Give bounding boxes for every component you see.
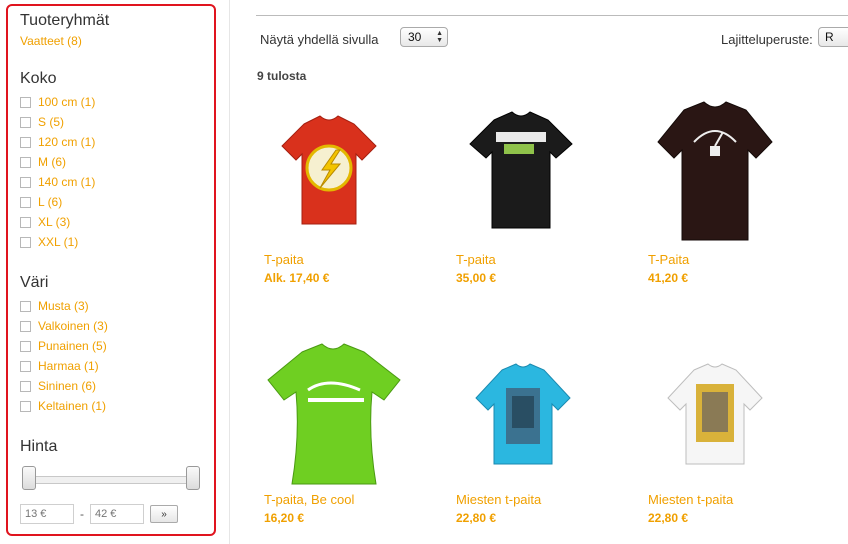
checkbox[interactable] [20,320,31,332]
product-name[interactable]: T-paita, Be cool [264,492,434,507]
price-slider-track[interactable] [28,476,194,484]
product-image-blue-print-tshirt[interactable] [456,336,596,486]
color-option-label[interactable]: Harmaa (1) [38,359,99,373]
size-option-label[interactable]: 140 cm (1) [38,175,95,189]
checkbox[interactable] [20,380,31,392]
size-option-label[interactable]: S (5) [38,115,64,129]
sort-label: Lajitteluperuste: [721,32,813,47]
sort-select[interactable]: R [818,27,848,47]
results-count: 9 tulosta [257,69,307,83]
product-image-white-print-tshirt[interactable] [648,336,788,486]
select-arrows-icon: ▲ ▼ [436,30,443,44]
product-price: 16,20 € [264,511,305,525]
product-image-war-peace-gauge-black-tshirt[interactable] [648,96,788,246]
product-name[interactable]: T-Paita [648,252,818,267]
price-min-input[interactable] [20,504,74,524]
per-page-label: Näytä yhdellä sivulla [260,32,379,47]
checkbox[interactable] [20,176,31,188]
size-option-label[interactable]: XL (3) [38,215,70,229]
size-option-label[interactable]: 100 cm (1) [38,95,95,109]
size-option[interactable]: XL (3) [20,212,202,232]
product-card[interactable]: Miesten t-paita 22,80 € [456,336,626,525]
size-option[interactable]: 100 cm (1) [20,92,202,112]
checkbox[interactable] [20,136,31,148]
color-option-label[interactable]: Sininen (6) [38,379,96,393]
color-option[interactable]: Sininen (6) [20,376,202,396]
size-option-label[interactable]: XXL (1) [38,235,78,249]
size-option[interactable]: 140 cm (1) [20,172,202,192]
checkbox[interactable] [20,340,31,352]
category-link-clothing[interactable]: Vaatteet (8) [20,34,202,48]
color-option[interactable]: Punainen (5) [20,336,202,356]
checkbox[interactable] [20,400,31,412]
checkbox[interactable] [20,360,31,372]
checkbox[interactable] [20,216,31,228]
checkbox[interactable] [20,236,31,248]
checkbox[interactable] [20,300,31,312]
product-card[interactable]: Miesten t-paita 22,80 € [648,336,818,525]
price-max-input[interactable] [90,504,144,524]
color-option-label[interactable]: Valkoinen (3) [38,319,108,333]
product-card[interactable]: T-paita, Be cool 16,20 € [264,336,434,525]
size-option[interactable]: XXL (1) [20,232,202,252]
product-card[interactable]: T-paita 35,00 € [456,96,626,285]
size-option-label[interactable]: L (6) [38,195,62,209]
per-page-select[interactable]: 30 ▲ ▼ [400,27,448,47]
checkbox[interactable] [20,116,31,128]
checkbox[interactable] [20,156,31,168]
listing-toolbar: Näytä yhdellä sivulla 30 ▲ ▼ Lajitteluper… [260,26,848,50]
price-slider[interactable] [20,466,202,496]
product-price: 41,20 € [648,271,689,285]
column-divider [229,0,230,544]
product-card[interactable]: T-paita Alk. 17,40 € [264,96,434,285]
product-name[interactable]: T-paita [264,252,434,267]
toolbar-top-rule [256,15,848,16]
per-page-value[interactable]: 30 [408,30,421,44]
color-option[interactable]: Harmaa (1) [20,356,202,376]
product-price: 22,80 € [648,511,689,525]
size-option-label[interactable]: 120 cm (1) [38,135,95,149]
product-image-call-of-duty-black-tshirt[interactable] [456,96,596,246]
product-name[interactable]: Miesten t-paita [648,492,818,507]
size-option[interactable]: L (6) [20,192,202,212]
product-image-green-womens-tshirt[interactable] [264,336,404,486]
product-groups-filter: Tuoteryhmät Vaatteet (8) [20,12,202,48]
size-option[interactable]: S (5) [20,112,202,132]
sort-value[interactable]: R [825,30,834,44]
size-heading: Koko [20,70,57,87]
color-option[interactable]: Musta (3) [20,296,202,316]
color-option[interactable]: Valkoinen (3) [20,316,202,336]
product-name[interactable]: T-paita [456,252,626,267]
product-card[interactable]: T-Paita 41,20 € [648,96,818,285]
price-slider-min-handle[interactable] [22,466,36,490]
color-heading: Väri [20,274,49,291]
product-price: Alk. 17,40 € [264,271,330,285]
filter-sidebar: Tuoteryhmät Vaatteet (8) Koko 100 cm (1)… [6,4,216,536]
product-name[interactable]: Miesten t-paita [456,492,626,507]
checkbox[interactable] [20,196,31,208]
product-price: 35,00 € [456,271,497,285]
checkbox[interactable] [20,96,31,108]
price-slider-max-handle[interactable] [186,466,200,490]
color-option-label[interactable]: Keltainen (1) [38,399,106,413]
range-dash: - [80,507,84,521]
product-groups-heading: Tuoteryhmät [20,12,110,29]
size-option[interactable]: 120 cm (1) [20,132,202,152]
size-filter: Koko 100 cm (1) S (5) 120 cm (1) M (6) 1… [20,70,202,252]
color-filter: Väri Musta (3) Valkoinen (3) Punainen (5… [20,274,202,416]
price-filter: Hinta - » [20,438,202,524]
price-heading: Hinta [20,438,58,455]
size-option-label[interactable]: M (6) [38,155,66,169]
color-option[interactable]: Keltainen (1) [20,396,202,416]
product-image-flash-red-tshirt[interactable] [264,96,404,246]
color-option-label[interactable]: Punainen (5) [38,339,107,353]
size-option[interactable]: M (6) [20,152,202,172]
product-price: 22,80 € [456,511,497,525]
color-option-label[interactable]: Musta (3) [38,299,89,313]
price-apply-button[interactable]: » [150,505,178,523]
